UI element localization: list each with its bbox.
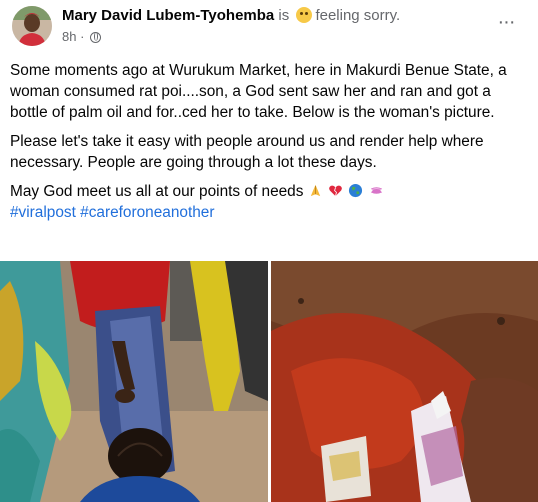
photo-market-woman[interactable] — [0, 261, 268, 502]
post-meta: 8h · — [62, 29, 102, 44]
author-line: Mary David Lubem-Tyohemba is feeling sor… — [62, 7, 400, 24]
post-paragraph: Please let's take it easy with people ar… — [10, 133, 484, 171]
broken-heart-emoji-icon — [329, 185, 342, 197]
folded-hands-emoji-icon — [310, 184, 320, 197]
photo-palm-oil-ground[interactable] — [271, 261, 538, 502]
meta-separator: · — [80, 29, 85, 44]
post-paragraph-text: May God meet us all at our points of nee… — [10, 183, 304, 200]
globe-emoji-icon — [349, 183, 363, 198]
globe-icon[interactable] — [90, 32, 102, 43]
hashtags[interactable]: #viralpost #careforoneanother — [10, 202, 530, 223]
sad-emoji-icon — [296, 7, 313, 23]
post-paragraph-final: May God meet us all at our points of nee… — [10, 181, 530, 202]
ribbon-emoji-icon — [370, 187, 382, 194]
more-options-button[interactable]: ··· — [494, 10, 518, 34]
post-body: Some moments ago at Wurukum Market, here… — [10, 60, 530, 223]
photo-grid — [0, 261, 538, 502]
author-name[interactable]: Mary David Lubem-Tyohemba — [62, 7, 274, 24]
avatar[interactable] — [12, 6, 52, 46]
post-paragraph: Some moments ago at Wurukum Market, here… — [10, 62, 507, 121]
post-header: Mary David Lubem-Tyohemba is feeling sor… — [0, 0, 538, 56]
is-text: is — [274, 7, 290, 24]
feeling-text[interactable]: feeling sorry. — [315, 7, 400, 24]
post-time[interactable]: 8h — [62, 29, 76, 44]
